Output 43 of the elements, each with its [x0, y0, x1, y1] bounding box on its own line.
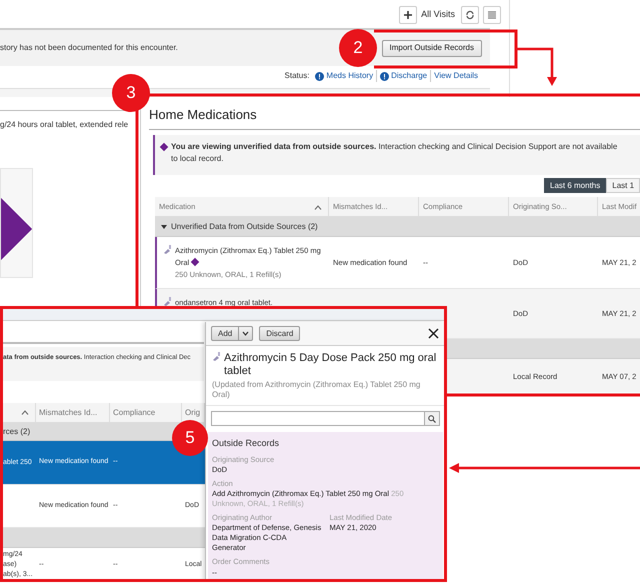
- group-label: rces (2): [3, 426, 30, 438]
- range-tab[interactable]: Last 1: [606, 178, 640, 193]
- connector-arrow: [517, 48, 557, 86]
- close-icon: [428, 328, 438, 339]
- detail-title: Azithromycin 5 Day Dose Pack 250 mg oral tablet: [224, 352, 438, 378]
- detail-subtitle: (Updated from Azithromycin (Zithromax Eq.) Tablet 250 mg Oral): [206, 378, 444, 406]
- medication-icon: [163, 245, 172, 254]
- menu-button[interactable]: [483, 6, 501, 24]
- panel-title: Home Medications: [149, 105, 640, 130]
- visits-filter[interactable]: All Visits: [421, 8, 455, 22]
- search-field[interactable]: [211, 411, 440, 426]
- info-icon: [380, 72, 390, 80]
- discard-button[interactable]: Discard: [259, 326, 300, 341]
- column-header[interactable]: Mismatches Id...: [36, 403, 110, 422]
- section-title: Outside Records: [212, 437, 280, 450]
- status-link[interactable]: Meds History: [312, 70, 376, 82]
- alert-text: to local record.: [171, 153, 224, 165]
- status-label: Status:: [284, 70, 310, 82]
- close-button[interactable]: [426, 326, 440, 340]
- status-link[interactable]: Discharge: [376, 70, 430, 82]
- medication-icon: [212, 352, 221, 361]
- add-button[interactable]: Add: [211, 326, 240, 341]
- alert-text: You are viewing unverified data from outside sources. Interaction checking and Clinical Decision Support are not available: [171, 141, 618, 153]
- plus-icon: [403, 10, 414, 20]
- info-icon: [315, 72, 324, 80]
- medication-icon: [163, 297, 172, 306]
- refresh-button[interactable]: [461, 6, 479, 24]
- caret-icon: [242, 331, 250, 336]
- banner-message: story has not been documented for this encounter.: [0, 42, 178, 54]
- dropdown-button[interactable]: [239, 326, 254, 341]
- column-header[interactable]: Compliance: [110, 403, 182, 422]
- import-button[interactable]: Import Outside Records: [382, 40, 482, 56]
- menu-icon: [487, 10, 497, 20]
- caret-icon[interactable]: [161, 224, 167, 230]
- refresh-icon: [465, 10, 475, 20]
- sort-icon: [21, 410, 29, 415]
- order-text: g/24 hours oral tablet, extended rele: [0, 119, 130, 131]
- status-link[interactable]: View Details: [430, 70, 481, 82]
- search-icon: [428, 414, 436, 422]
- add-button[interactable]: [399, 6, 418, 24]
- range-tab[interactable]: Last 6 months: [544, 178, 606, 193]
- sort-icon: [314, 205, 322, 210]
- group-label: Unverified Data from Outside Sources (2): [171, 220, 318, 232]
